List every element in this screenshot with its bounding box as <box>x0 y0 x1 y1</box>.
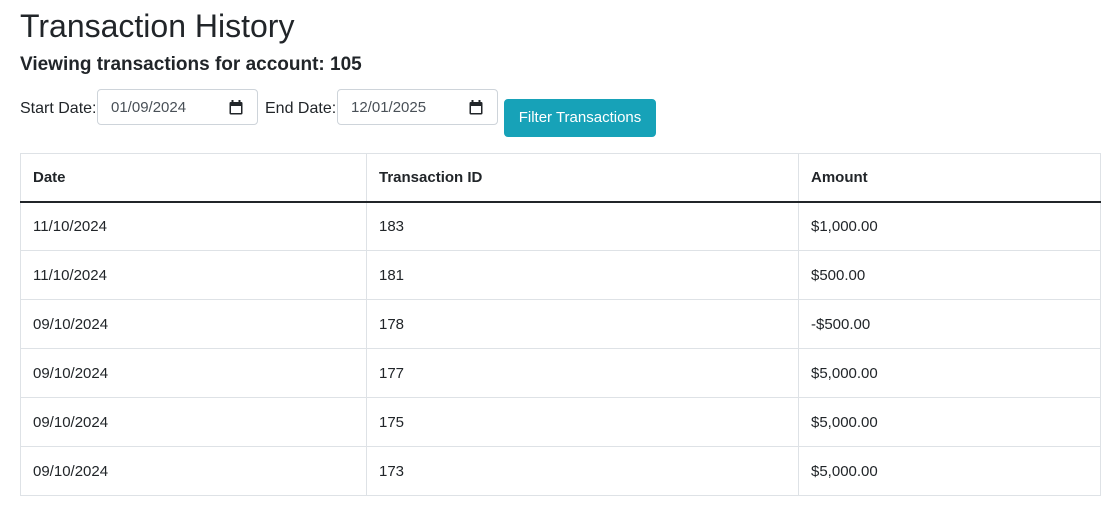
calendar-icon[interactable] <box>229 100 243 115</box>
cell-transaction-id: 183 <box>366 201 799 251</box>
cell-amount: $5,000.00 <box>798 397 1101 447</box>
cell-amount: $1,000.00 <box>798 201 1101 251</box>
cell-transaction-id: 175 <box>366 397 799 447</box>
transactions-table: Date Transaction ID Amount 11/10/2024 18… <box>20 153 1101 496</box>
table-row: 11/10/2024 183 $1,000.00 <box>20 201 1101 251</box>
table-row: 09/10/2024 178 -$500.00 <box>20 299 1101 349</box>
filter-transactions-button[interactable]: Filter Transactions <box>504 99 656 137</box>
cell-date: 11/10/2024 <box>20 201 367 251</box>
column-header-date: Date <box>20 153 367 203</box>
table-header-row: Date Transaction ID Amount <box>20 153 1101 203</box>
cell-transaction-id: 181 <box>366 250 799 300</box>
end-date-value: 12/01/2025 <box>351 99 427 116</box>
end-date-label: End Date: <box>265 100 337 117</box>
table-row: 09/10/2024 173 $5,000.00 <box>20 446 1101 496</box>
cell-date: 09/10/2024 <box>20 397 367 447</box>
calendar-icon[interactable] <box>469 100 483 115</box>
account-subtitle: Viewing transactions for account: 105 <box>20 54 362 75</box>
start-date-value: 01/09/2024 <box>111 99 187 116</box>
cell-amount: $5,000.00 <box>798 348 1101 398</box>
cell-date: 09/10/2024 <box>20 348 367 398</box>
cell-transaction-id: 177 <box>366 348 799 398</box>
cell-date: 09/10/2024 <box>20 299 367 349</box>
start-date-label: Start Date: <box>20 100 97 117</box>
page-title: Transaction History <box>20 8 295 44</box>
cell-date: 09/10/2024 <box>20 446 367 496</box>
table-row: 09/10/2024 175 $5,000.00 <box>20 397 1101 447</box>
cell-date: 11/10/2024 <box>20 250 367 300</box>
cell-amount: $5,000.00 <box>798 446 1101 496</box>
cell-amount: -$500.00 <box>798 299 1101 349</box>
cell-amount: $500.00 <box>798 250 1101 300</box>
end-date-input[interactable]: 12/01/2025 <box>337 89 498 125</box>
start-date-input[interactable]: 01/09/2024 <box>97 89 258 125</box>
column-header-transaction-id: Transaction ID <box>366 153 799 203</box>
table-row: 11/10/2024 181 $500.00 <box>20 250 1101 300</box>
column-header-amount: Amount <box>798 153 1101 203</box>
cell-transaction-id: 173 <box>366 446 799 496</box>
filter-bar: Start Date: 01/09/2024 End Date: 12/01/2… <box>20 89 1100 139</box>
table-row: 09/10/2024 177 $5,000.00 <box>20 348 1101 398</box>
cell-transaction-id: 178 <box>366 299 799 349</box>
